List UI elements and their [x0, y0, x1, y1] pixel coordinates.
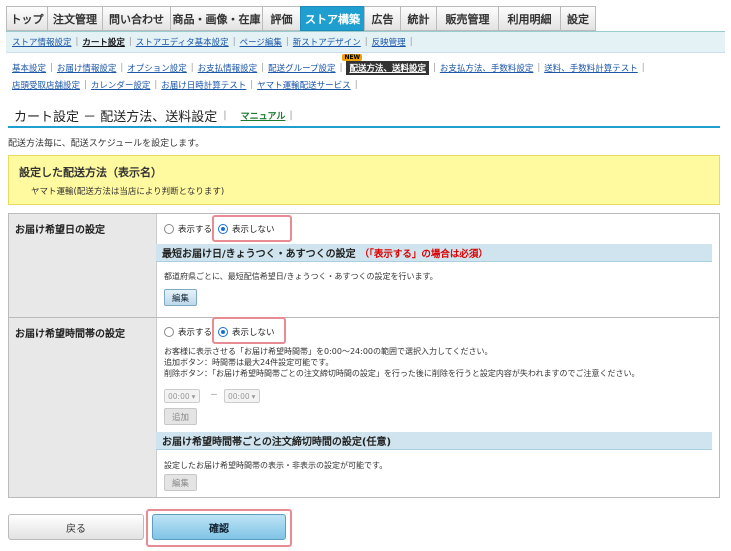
- min-delivery-help: 都道府県ごとに、最短配信希望日/きょうつく・あすつくの設定を行います。: [164, 272, 438, 281]
- add-time-button[interactable]: 追加: [164, 408, 198, 425]
- subnav-item-5[interactable]: 反映管理: [372, 36, 406, 48]
- min-delivery-subheading: 最短お届け日/きょうつく・あすつくの設定 （「表示する」の場合は必須）: [156, 244, 712, 262]
- cart-nav-item-row1-5[interactable]: 配送方法、送料設定 NEW: [342, 54, 429, 75]
- back-button[interactable]: 戻る: [8, 514, 144, 540]
- tab-5[interactable]: ストア構築: [300, 6, 364, 31]
- page-title: カート設定 － 配送方法、送料設定: [14, 109, 218, 125]
- delivery-date-label-cell: お届け希望日の設定: [9, 214, 157, 317]
- range-separator: －: [210, 390, 218, 399]
- tab-1[interactable]: 注文管理: [47, 6, 102, 31]
- delivery-time-label-cell: お届け希望時間帯の設定: [9, 318, 157, 497]
- cart-nav-item-row1-1[interactable]: お届け情報設定: [57, 62, 117, 74]
- delivery-time-label: お届け希望時間帯の設定: [15, 329, 125, 340]
- subnav-item-1[interactable]: カート設定: [82, 36, 125, 48]
- cart-nav-item-row1-7[interactable]: 送料、手数料計算テスト: [544, 62, 638, 74]
- tab-10[interactable]: 設定: [560, 6, 596, 31]
- tab-3[interactable]: 商品・画像・在庫: [170, 6, 262, 31]
- tab-2[interactable]: 問い合わせ: [102, 6, 170, 31]
- tab-4[interactable]: 評価: [262, 6, 300, 31]
- delivery-date-label: お届け希望日の設定: [15, 225, 105, 236]
- subnav-item-0[interactable]: ストア情報設定: [12, 36, 72, 48]
- highlight-box: [212, 317, 286, 344]
- cart-nav-item-row1-3[interactable]: お支払情報設定: [198, 62, 258, 74]
- shipping-method-value: ヤマト運輸(配送方法は当店により判断となります): [31, 187, 225, 197]
- new-badge: NEW: [342, 54, 363, 61]
- cart-nav-item-row2-3[interactable]: ヤマト運輸配送サービス: [257, 79, 351, 91]
- cart-nav-item-row1-2[interactable]: オプション設定: [127, 62, 187, 74]
- cart-nav-item-row2-0[interactable]: 店頭受取店舗設定: [12, 79, 80, 91]
- tab-0[interactable]: トップ: [6, 6, 47, 31]
- confirm-button[interactable]: 確認: [152, 514, 286, 540]
- subnav-item-3[interactable]: ページ編集: [240, 36, 282, 48]
- shipping-method-heading: 設定した配送方法（表示名）: [19, 166, 162, 179]
- time-from-select[interactable]: 00:00 ▾: [164, 389, 200, 403]
- cutoff-time-edit-button[interactable]: 編集: [164, 474, 198, 491]
- nav-separator: |: [75, 37, 79, 47]
- delivery-date-show-radio[interactable]: 表示する: [164, 223, 212, 235]
- subnav-item-4[interactable]: 新ストアデザイン: [293, 36, 361, 48]
- highlight-box: [212, 215, 292, 242]
- cart-nav-item-row1-6[interactable]: お支払方法、手数料設定: [440, 62, 534, 74]
- page-title-bar: カート設定 － 配送方法、送料設定 | マニュアル |: [8, 104, 720, 128]
- required-note: （「表示する」の場合は必須）: [359, 248, 488, 260]
- nav-separator: |: [128, 37, 132, 47]
- nav-separator: |: [364, 37, 368, 47]
- chevron-down-icon: ▾: [251, 391, 256, 401]
- cart-nav-item-row2-1[interactable]: カレンダー設定: [91, 79, 151, 91]
- min-delivery-edit-button[interactable]: 編集: [164, 289, 198, 306]
- subnav-item-2[interactable]: ストアエディタ基本設定: [136, 36, 229, 48]
- radio-icon: [164, 327, 174, 337]
- main-tab-bar: トップ 注文管理 問い合わせ 商品・画像・在庫 評価 ストア構築 広告 統計 販売管理 利用明細設…: [6, 6, 596, 31]
- nav-separator: |: [232, 37, 236, 47]
- manual-link[interactable]: マニュアル: [241, 109, 286, 122]
- page-description: 配送方法毎に、配送スケジュールを設定します。: [8, 139, 205, 149]
- delivery-time-help: お客様に表示させる「お届け希望時間帯」を0:00～24:00の範囲で選択入力して…: [164, 347, 640, 378]
- sub-nav: ストア情報設定 | カート設定 | ストアエディタ基本設定 | ページ編集 | 新ストアデザイン…: [6, 31, 725, 53]
- cart-nav-item-row1-0[interactable]: 基本設定: [12, 62, 46, 74]
- cutoff-time-help: 設定したお届け希望時間帯の表示・非表示の設定が可能です。: [164, 461, 388, 470]
- cart-settings-nav-row1: 基本設定 | お届け情報設定 | オプション設定 | お支払情報設定 | 配送グループ設定 | 配送…: [12, 54, 645, 75]
- cutoff-time-subheading: お届け希望時間帯ごとの注文締切時間の設定(任意): [156, 432, 712, 450]
- tab-9[interactable]: 利用明細: [498, 6, 560, 31]
- chevron-down-icon: ▾: [191, 391, 196, 401]
- shipping-method-panel: 設定した配送方法（表示名） ヤマト運輸(配送方法は当店により判断となります): [8, 155, 720, 205]
- radio-icon: [164, 224, 174, 234]
- cart-nav-item-row2-2[interactable]: お届け日時計算テスト: [161, 79, 246, 91]
- cart-settings-nav-row2: 店頭受取店舗設定 | カレンダー設定 | お届け日時計算テスト | ヤマト運輸配送サービス |: [12, 79, 358, 91]
- tab-8[interactable]: 販売管理: [436, 6, 498, 31]
- delivery-time-show-radio[interactable]: 表示する: [164, 326, 212, 338]
- nav-separator: |: [285, 37, 289, 47]
- cart-nav-item-row1-4[interactable]: 配送グループ設定: [268, 62, 336, 74]
- time-to-select[interactable]: 00:00 ▾: [224, 389, 260, 403]
- tab-7[interactable]: 統計: [400, 6, 436, 31]
- tab-6[interactable]: 広告: [364, 6, 400, 31]
